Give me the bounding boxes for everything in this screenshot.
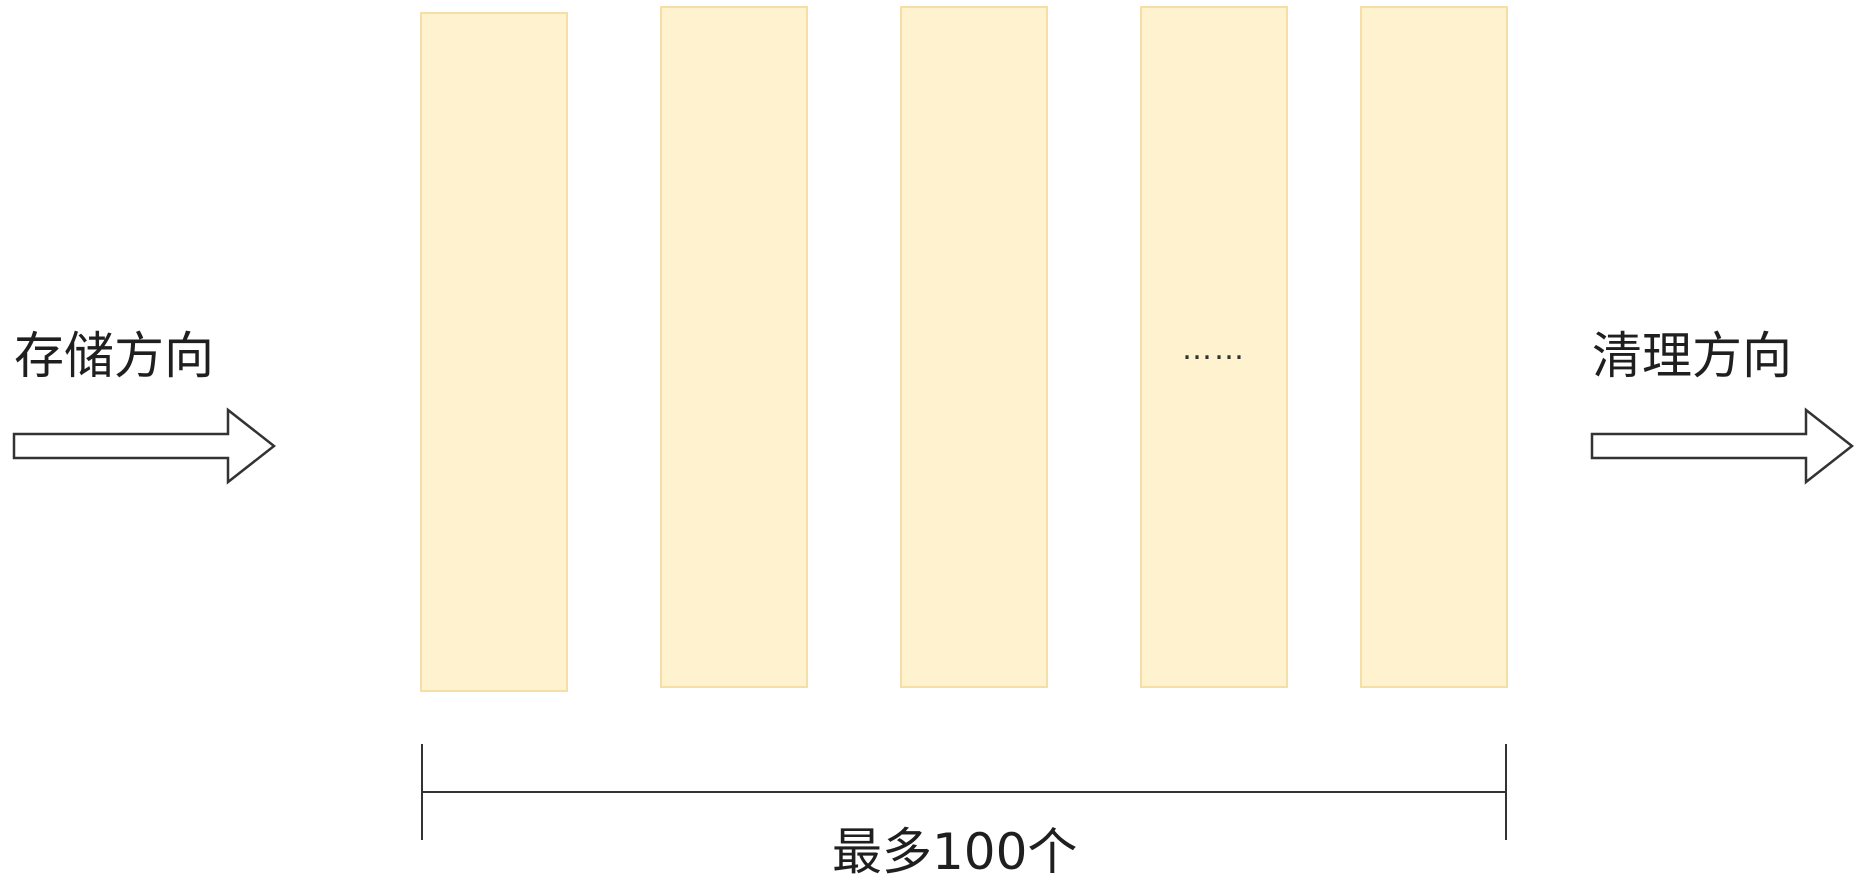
ellipsis-text: …… xyxy=(1182,332,1246,367)
queue-slot-2 xyxy=(660,6,808,688)
max-count-label: 最多100个 xyxy=(832,823,1078,881)
queue-slot-3 xyxy=(900,6,1048,688)
storage-arrow-icon xyxy=(12,407,277,485)
storage-direction-label: 存储方向 xyxy=(14,327,214,385)
queue-slot-1 xyxy=(420,12,568,692)
cleanup-direction-label: 清理方向 xyxy=(1592,327,1792,385)
queue-slot-5 xyxy=(1360,6,1508,688)
cleanup-arrow-icon xyxy=(1590,407,1855,485)
